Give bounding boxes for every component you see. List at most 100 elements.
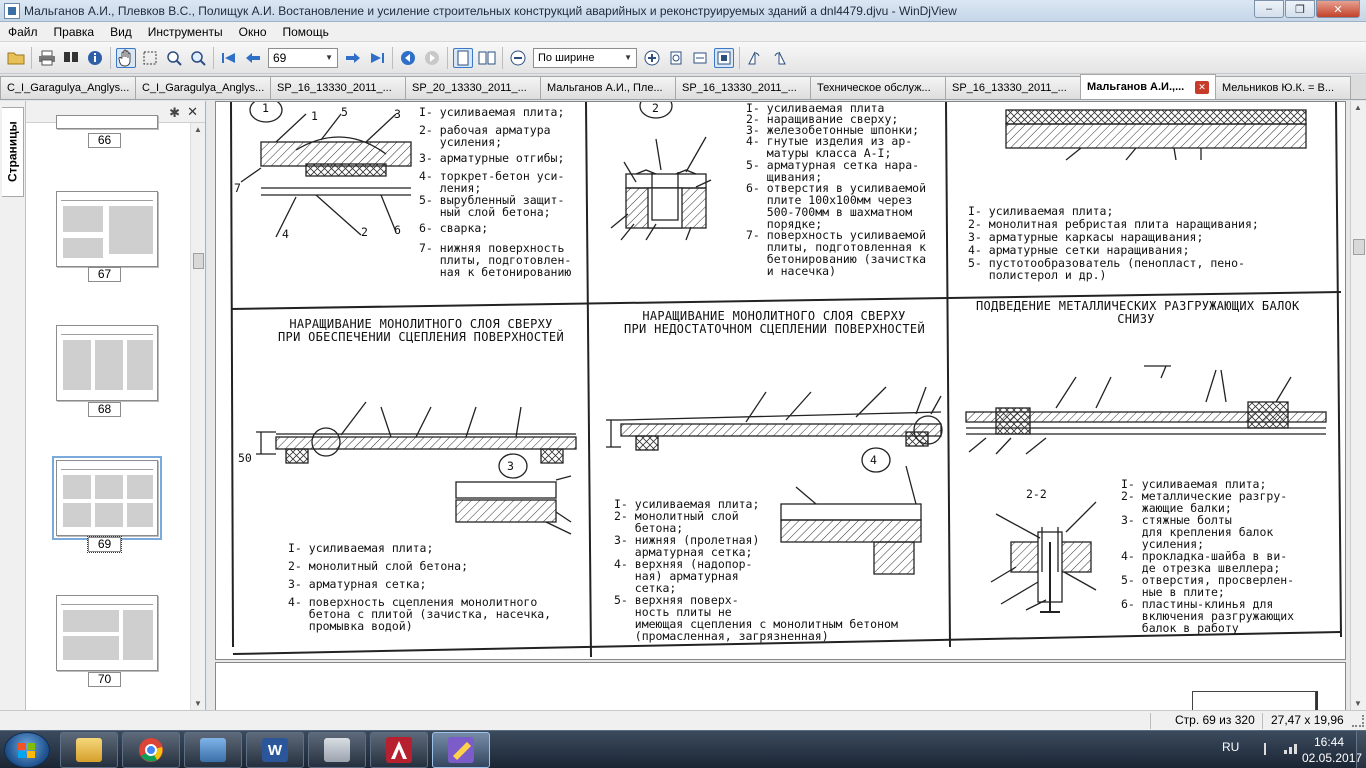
single-page-icon[interactable] (453, 47, 473, 68)
tab-document-10[interactable]: Мельников Ю.К. = В... (1215, 76, 1351, 99)
menu-file[interactable]: Файл (0, 25, 46, 39)
rotate-right-icon[interactable] (769, 48, 789, 68)
back-icon[interactable] (398, 48, 418, 68)
taskbar-chrome[interactable] (122, 732, 180, 768)
callout-number: 3 (394, 107, 401, 121)
last-page-icon[interactable] (367, 48, 387, 68)
app-icon (4, 2, 20, 19)
page-thumbnail[interactable] (56, 325, 158, 401)
forward-icon[interactable] (422, 48, 442, 68)
tab-document-3[interactable]: SP_16_13330_2011_... (270, 76, 406, 99)
callout-number: 2 (361, 225, 368, 239)
scroll-up-icon[interactable]: ▲ (1354, 103, 1362, 112)
network-icon[interactable] (1284, 744, 1298, 754)
legend-item: 6- отверстия в усиливаемой плите 100х100… (746, 181, 927, 231)
toolbar-separator (31, 46, 32, 69)
menu-help[interactable]: Помощь (275, 25, 337, 39)
windows-logo-icon (18, 743, 36, 759)
actual-size-icon[interactable] (714, 47, 734, 68)
page-number-field[interactable]: 69 ▼ (268, 47, 338, 68)
thumbnails-panel: ✱ ✕ 66 67 68 69 70 ▲ ▼ (26, 101, 206, 710)
chevron-down-icon[interactable]: ▼ (325, 53, 333, 62)
print-icon[interactable] (37, 48, 57, 68)
status-bar: Стр. 69 из 320 27,47 x 19,96 см (0, 710, 1366, 741)
zoom-select[interactable]: По ширине ▼ (533, 47, 637, 68)
open-folder-icon[interactable] (6, 48, 26, 68)
chevron-down-icon[interactable]: ▼ (624, 53, 632, 62)
tab-document-2[interactable]: C_I_Garagulya_Anglys... (135, 76, 271, 99)
fit-page-icon[interactable] (666, 48, 686, 68)
zoom-in-icon[interactable] (642, 48, 662, 68)
page-thumbnail[interactable] (56, 595, 158, 671)
action-center-icon[interactable] (1264, 743, 1276, 755)
menu-tools[interactable]: Инструменты (140, 25, 231, 39)
thumbnails-scrollbar[interactable]: ▲ ▼ (190, 123, 205, 710)
taskbar-explorer[interactable] (60, 732, 118, 768)
two-page-icon[interactable] (477, 48, 497, 68)
tab-document-8[interactable]: SP_16_13330_2011_... (945, 76, 1081, 99)
fit-width-icon[interactable] (690, 48, 710, 68)
close-icon[interactable]: ✕ (187, 104, 198, 120)
menu-view[interactable]: Вид (102, 25, 140, 39)
callout-number: 4 (282, 227, 289, 241)
taskbar-word[interactable]: W (246, 732, 304, 768)
thumbnail-number: 67 (88, 267, 121, 282)
dimension-label: 50 (238, 451, 252, 465)
rotate-left-icon[interactable] (745, 48, 765, 68)
document-view[interactable]: I- усиливаемая плита; 2- рабочая арматур… (207, 101, 1350, 710)
tab-document-1[interactable]: C_I_Garagulya_Anglys... (0, 76, 136, 99)
legend-item: 5- пустотообразователь (пенопласт, пено-… (968, 256, 1245, 282)
menu-edit[interactable]: Правка (46, 25, 103, 39)
next-page-icon[interactable] (343, 48, 363, 68)
tab-document-4[interactable]: SP_20_13330_2011_... (405, 76, 541, 99)
taskbar: W RU 16:44 02.05.2017 (0, 730, 1366, 768)
maximize-button[interactable]: ❐ (1285, 0, 1315, 18)
tab-document-9-active[interactable]: Мальганов А.И.,... ✕ (1080, 74, 1216, 99)
scroll-thumb[interactable] (1353, 239, 1365, 255)
resize-grip-icon[interactable] (1352, 715, 1364, 727)
minimize-button[interactable]: – (1254, 0, 1284, 18)
windjview-icon (448, 737, 474, 763)
close-button[interactable]: ✕ (1316, 0, 1360, 18)
page-thumbnail-current[interactable] (52, 456, 162, 540)
hand-tool-icon[interactable] (116, 47, 136, 68)
page-thumbnail[interactable] (56, 115, 158, 129)
tab-document-5[interactable]: Мальганов А.И., Пле... (540, 76, 676, 99)
prev-page-icon[interactable] (243, 48, 263, 68)
scroll-up-icon[interactable]: ▲ (194, 125, 202, 134)
show-desktop-button[interactable] (1356, 731, 1366, 768)
taskbar-autocad[interactable] (370, 732, 428, 768)
magnifier-icon[interactable] (188, 48, 208, 68)
tab-document-7[interactable]: Техническое обслуж... (810, 76, 946, 99)
toolbar-separator (392, 46, 393, 69)
border-line (1316, 691, 1336, 710)
start-button[interactable] (4, 732, 50, 768)
scroll-down-icon[interactable]: ▼ (1354, 699, 1362, 708)
gear-icon[interactable]: ✱ (169, 105, 180, 121)
tab-document-6[interactable]: SP_16_13330_2011_... (675, 76, 811, 99)
taskbar-windjview[interactable] (432, 732, 490, 768)
page-thumbnail[interactable] (56, 191, 158, 267)
taskbar-photos[interactable] (184, 732, 242, 768)
scroll-down-icon[interactable]: ▼ (194, 699, 202, 708)
legend-item: 2- монолитная ребристая плита наращивани… (968, 217, 1259, 231)
language-indicator[interactable]: RU (1222, 740, 1239, 754)
find-icon[interactable] (61, 48, 81, 68)
select-rect-icon[interactable] (140, 48, 160, 68)
document-scrollbar[interactable]: ▲ ▼ (1350, 101, 1366, 710)
tab-close-icon[interactable]: ✕ (1195, 80, 1209, 94)
info-icon[interactable] (85, 48, 105, 68)
menu-window[interactable]: Окно (231, 25, 275, 39)
clock[interactable]: 16:44 02.05.2017 (1302, 734, 1362, 766)
taskbar-calculator[interactable] (308, 732, 366, 768)
menu-bar: Файл Правка Вид Инструменты Окно Помощь (0, 22, 1366, 42)
zoom-rect-icon[interactable] (164, 48, 184, 68)
zoom-out-icon[interactable] (508, 48, 528, 68)
legend-item: 3- арматурная сетка; (288, 577, 427, 591)
first-page-icon[interactable] (219, 48, 239, 68)
pages-tab[interactable]: Страницы (2, 107, 24, 197)
scroll-thumb[interactable] (193, 253, 204, 269)
legend-item: 7- нижняя поверхность плиты, подготовлен… (419, 241, 572, 279)
tab-label: SP_16_13330_2011_... (952, 82, 1067, 94)
legend-item: I- усиливаемая плита; (288, 541, 434, 555)
